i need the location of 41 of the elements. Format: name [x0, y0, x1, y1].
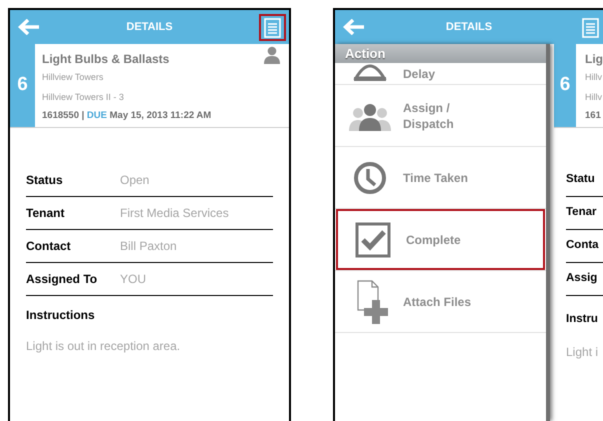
field-value: First Media Services	[120, 205, 229, 222]
instructions-text: Light is out in reception area.	[26, 338, 182, 355]
unit-name: Hillview Towers II - 3	[42, 92, 125, 103]
card-text: Hillv	[585, 72, 603, 83]
field-value: Open	[120, 172, 150, 189]
person-icon	[263, 46, 281, 64]
due-line: 1618550 | DUE May 15, 2013 11:22 AM	[42, 110, 212, 121]
card-text: 161	[585, 110, 602, 121]
field-label: Statu	[566, 172, 595, 188]
card-text: Hillv	[585, 92, 603, 103]
field-label: Assig	[566, 271, 598, 286]
action-item[interactable]: Delay	[335, 63, 546, 84]
field-label: Instru	[566, 313, 598, 325]
field-value: YOU	[120, 271, 146, 288]
card-text: Lig	[585, 52, 603, 66]
screen-title: DETAILS	[446, 20, 492, 35]
clock-icon	[353, 160, 387, 194]
action-item[interactable]: Assign / Dispatch	[335, 85, 546, 146]
ticket-number: 6	[10, 44, 35, 127]
field-value: Bill Paxton	[120, 238, 177, 255]
back-arrow-icon[interactable]	[343, 19, 365, 35]
action-item[interactable]: Attach Files	[335, 271, 546, 332]
ticket-title: Light Bulbs & Ballasts	[42, 52, 170, 66]
action-item[interactable]: Complete	[336, 209, 545, 270]
field-label: Status	[26, 172, 64, 189]
action-item[interactable]: Time Taken	[335, 147, 546, 208]
menu-icon[interactable]	[582, 18, 599, 38]
menu-icon[interactable]	[264, 18, 281, 38]
checkbox-icon	[355, 222, 391, 258]
field-label: Assigned To	[26, 271, 98, 288]
drawer-header: Action	[335, 44, 546, 63]
building-name: Hillview Towers	[42, 72, 104, 83]
field-label: Contact	[26, 238, 72, 255]
field-label: Conta	[566, 238, 599, 254]
field-label: Tenar	[566, 205, 596, 220]
ticket-number: 6	[554, 44, 576, 127]
field-label: Tenant	[26, 205, 66, 222]
instructions-text: Light i	[566, 344, 600, 361]
screen-title: DETAILS	[126, 20, 173, 35]
back-arrow-icon[interactable]	[18, 19, 40, 35]
field-label: Instructions	[26, 307, 96, 324]
